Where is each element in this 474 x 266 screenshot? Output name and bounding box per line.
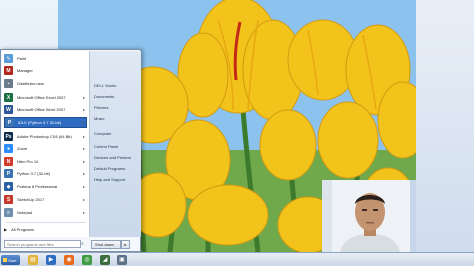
program-label: Proteus 8 Professional [17, 184, 58, 189]
start-menu-programs-pane: ✎ Paint M Manager ▪ Distributor-new X Microsoft… [2, 51, 89, 237]
submenu-arrow-icon: ▸ [82, 107, 85, 112]
program-item[interactable]: Ps Adobe Photoshop CS6 (64 Bit) ▸ [4, 131, 87, 142]
program-item[interactable]: P IDLE (Python 3.7 32-bit) ▸ [4, 117, 87, 128]
webcam-overlay [322, 180, 416, 252]
place-item[interactable]: Control Panel [94, 144, 118, 149]
desktop-right-area [416, 0, 474, 252]
shutdown-options-arrow-icon[interactable]: ▸ [121, 240, 130, 249]
manager-icon: M [4, 66, 13, 75]
paint-icon: ✎ [4, 54, 13, 63]
sketchup-icon: S [4, 195, 13, 204]
program-item[interactable]: ▪ Distributor-new [4, 78, 87, 89]
program-item[interactable]: M Manager [4, 65, 87, 76]
all-programs-button[interactable]: ▶ All Programs [4, 227, 34, 232]
start-button[interactable]: Start [1, 255, 20, 265]
program-item[interactable]: N Nitro Pro 10 ▸ [4, 156, 87, 167]
taskbar-firefox-icon[interactable]: ◉ [64, 255, 74, 265]
taskbar-chrome-icon[interactable]: ◎ [82, 255, 92, 265]
proteus-icon: ◆ [4, 182, 13, 191]
program-label: Paint [17, 56, 27, 61]
nitro-icon: N [4, 157, 13, 166]
distributor-icon: ▪ [4, 79, 13, 88]
shutdown-button[interactable]: Shut down [91, 240, 121, 249]
place-item[interactable]: Help and Support [94, 177, 125, 182]
windows-logo-icon [3, 258, 7, 262]
program-label: Adobe Photoshop CS6 (64 Bit) [17, 134, 72, 139]
program-item[interactable]: ◆ Proteus 8 Professional ▸ [4, 181, 87, 192]
submenu-arrow-icon: ▸ [82, 184, 85, 189]
program-item[interactable]: S SketchUp 2017 ▸ [4, 194, 87, 205]
program-label: Microsoft Office Word 2007 [17, 107, 66, 112]
submenu-arrow-icon: ▸ [82, 210, 85, 215]
program-item[interactable]: W Microsoft Office Word 2007 ▸ [4, 104, 87, 115]
python-icon: P [4, 169, 13, 178]
search-icon[interactable]: ⌕ [81, 240, 87, 248]
submenu-arrow-icon: ▸ [82, 95, 85, 100]
all-programs-label: All Programs [11, 227, 34, 232]
program-label: Nitro Pro 10 [17, 159, 39, 164]
place-item[interactable]: Default Programs [94, 166, 125, 171]
place-item[interactable]: Documents [94, 94, 114, 99]
place-item[interactable]: DELL Vostro [94, 83, 116, 88]
zoom-icon: ● [4, 144, 13, 153]
presenter-video [322, 180, 416, 252]
start-menu-divider [6, 222, 86, 223]
word-icon: W [4, 105, 13, 114]
taskbar: Start ▤ ▶ ◉ ◎ ◢ ▣ [0, 252, 474, 266]
program-label: Distributor-new [17, 81, 44, 86]
place-item[interactable]: Devices and Printers [94, 155, 131, 160]
taskbar-app-icon[interactable]: ◢ [100, 255, 110, 265]
program-label: SketchUp 2017 [17, 197, 45, 202]
program-label: Zoom [17, 146, 28, 151]
start-label: Start [8, 257, 17, 263]
place-item[interactable]: Music [94, 116, 104, 121]
submenu-arrow-icon: ▸ [81, 120, 84, 125]
taskbar-media-icon[interactable]: ▶ [46, 255, 56, 265]
start-menu: ✎ Paint M Manager ▪ Distributor-new X Microsoft… [0, 49, 141, 252]
taskbar-window-icon[interactable]: ▣ [117, 255, 127, 265]
submenu-arrow-icon: ▸ [82, 134, 85, 139]
notepad-icon: ≡ [4, 208, 13, 217]
search-input[interactable] [4, 240, 81, 248]
submenu-arrow-icon: ▸ [82, 197, 85, 202]
start-menu-places-pane: DELL Vostro Documents Pictures Music Compute… [89, 51, 141, 237]
program-label: Python 3.7 (32-bit) [17, 171, 50, 176]
program-item[interactable]: ≡ Notepad ▸ [4, 207, 87, 218]
program-item[interactable]: X Microsoft Office Excel 2007 ▸ [4, 92, 87, 103]
excel-icon: X [4, 93, 13, 102]
program-label: IDLE (Python 3.7 32-bit) [18, 120, 61, 125]
program-item[interactable]: ✎ Paint [4, 53, 87, 64]
program-label: Microsoft Office Excel 2007 [17, 95, 66, 100]
program-label: Manager [17, 68, 33, 73]
submenu-arrow-icon: ▸ [82, 171, 85, 176]
taskbar-explorer-icon[interactable]: ▤ [28, 255, 38, 265]
submenu-arrow-icon: ▸ [82, 146, 85, 151]
place-item[interactable]: Computer [94, 131, 112, 136]
place-item[interactable]: Pictures [94, 105, 108, 110]
program-item[interactable]: P Python 3.7 (32-bit) ▸ [4, 168, 87, 179]
program-label: Notepad [17, 210, 33, 215]
program-item[interactable]: ● Zoom ▸ [4, 143, 87, 154]
python-idle-icon: P [5, 118, 14, 127]
triangle-right-icon: ▶ [4, 227, 8, 232]
submenu-arrow-icon: ▸ [82, 159, 85, 164]
photoshop-icon: Ps [4, 132, 13, 141]
